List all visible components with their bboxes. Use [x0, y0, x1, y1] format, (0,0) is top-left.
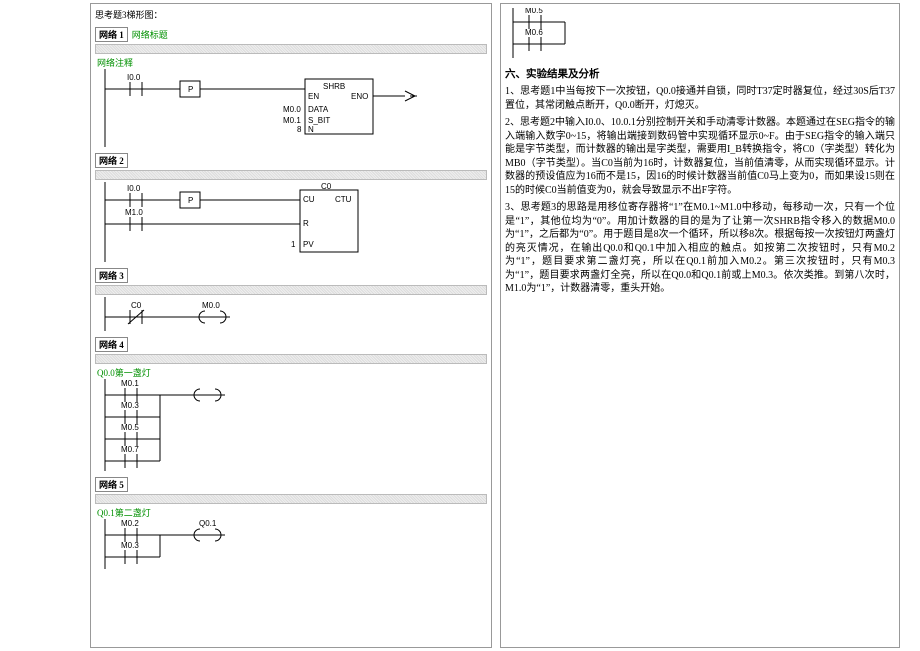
net1-eight: 8: [297, 125, 302, 134]
net5-num: 网络 5: [95, 477, 128, 492]
net4-diagram: M0.1 M0.3 M0.5 M0.7: [95, 379, 475, 471]
left-title: 思考题3梯形图：: [95, 8, 487, 21]
net1-m01: M0.1: [283, 116, 301, 125]
net4-comment: Q0.0第一盏灯: [95, 366, 487, 379]
net2-cu: CU: [303, 195, 315, 204]
net2-m10: M1.0: [125, 208, 143, 217]
net1-num: 网络 1: [95, 27, 128, 42]
net2-diagram: I0.0 P C0 CU CTU R 1 PV M1.0: [95, 182, 475, 262]
section-head: 六、实验结果及分析: [505, 66, 895, 81]
net4-num: 网络 4: [95, 337, 128, 352]
net2-ctu: CTU: [335, 195, 352, 204]
net2-c0: C0: [321, 182, 332, 191]
para-3: 3、思考题3的思路是用移位寄存器将“1”在M0.1~M1.0中移动，每移动一次，…: [505, 201, 895, 296]
net5-bar: [95, 494, 487, 504]
net2-i00: I0.0: [127, 184, 141, 193]
net5-diagram: M0.2 Q0.1 M0.3: [95, 519, 475, 569]
net1-sub: 网络注释: [95, 56, 487, 69]
net3-c0: C0: [131, 301, 142, 310]
net1-en: EN: [308, 92, 319, 101]
net1-p: P: [188, 85, 193, 94]
net2-header: 网络 2: [95, 153, 487, 168]
net3-num: 网络 3: [95, 268, 128, 283]
net3-header: 网络 3: [95, 268, 487, 283]
net5-q01: Q0.1: [199, 519, 217, 528]
net2-one: 1: [291, 240, 296, 249]
net5-header: 网络 5: [95, 477, 487, 492]
net5-m03: M0.3: [121, 541, 139, 550]
net1-n: N: [308, 125, 314, 134]
net5-comment: Q0.1第二盏灯: [95, 506, 487, 519]
left-page: 思考题3梯形图： 网络 1 网络标题 网络注释 I0.0 P SHRB EN E…: [90, 3, 492, 648]
para-1: 1、思考题1中当每按下一次按钮，Q0.0接通并自锁，同时T37定时器复位，经过3…: [505, 85, 895, 112]
para-2: 2、思考题2中输入I0.0、10.0.1分别控制开关和手动清零计数器。本题通过在…: [505, 116, 895, 197]
net2-pv: PV: [303, 240, 314, 249]
net2-num: 网络 2: [95, 153, 128, 168]
net1-eno: ENO: [351, 92, 368, 101]
net1-comment: 网络标题: [132, 28, 168, 41]
right-top-diagram: M0.5 M0.6: [505, 8, 625, 58]
net4-m07: M0.7: [121, 445, 139, 454]
net3-diagram: C0 M0.0: [95, 297, 475, 331]
net4-bar: [95, 354, 487, 364]
net4-m05: M0.5: [121, 423, 139, 432]
net4-header: 网络 4: [95, 337, 487, 352]
net5-m02: M0.2: [121, 519, 139, 528]
net3-bar: [95, 285, 487, 295]
right-m06: M0.6: [525, 28, 543, 37]
net2-bar: [95, 170, 487, 180]
right-page: M0.5 M0.6 六、实验结果及分析 1、思考题1中当每按下一次按钮，Q0.0…: [500, 3, 900, 648]
right-m05: M0.5: [525, 8, 543, 15]
net4-m01: M0.1: [121, 379, 139, 388]
net1-i00: I0.0: [127, 73, 141, 82]
net2-p: P: [188, 196, 193, 205]
net1-header: 网络 1 网络标题: [95, 27, 487, 42]
net3-m00: M0.0: [202, 301, 220, 310]
net1-shrb: SHRB: [323, 82, 345, 91]
net1-diagram: I0.0 P SHRB EN ENO DATA S_BIT N M0.0 M0.…: [95, 69, 475, 147]
net1-sbit: S_BIT: [308, 116, 330, 125]
net4-m03: M0.3: [121, 401, 139, 410]
net1-data: DATA: [308, 105, 329, 114]
net1-m00: M0.0: [283, 105, 301, 114]
net1-bar: [95, 44, 487, 54]
net2-r: R: [303, 219, 309, 228]
